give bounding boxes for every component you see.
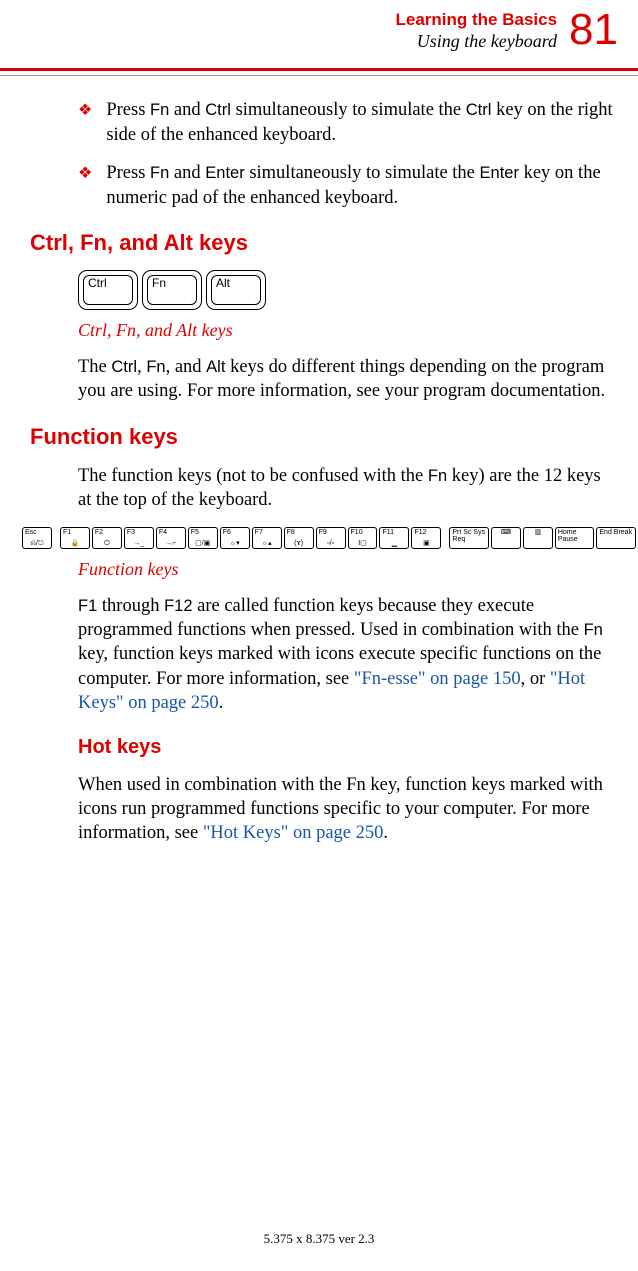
key-name: F12: [164, 597, 192, 615]
text: simultaneously to simulate the: [245, 163, 480, 183]
text: through: [97, 596, 164, 616]
bullet-text: Press Fn and Enter simultaneously to sim…: [106, 161, 618, 210]
text: The: [78, 357, 111, 377]
fkey-label: F5: [191, 529, 215, 536]
fkey-label: F12: [414, 529, 438, 536]
fkey-label: End Break: [599, 529, 633, 536]
fkey-f2: F2⏻: [92, 527, 122, 549]
cross-reference-link[interactable]: "Hot Keys" on page 250: [203, 823, 384, 843]
text: and: [169, 163, 205, 183]
fkey-label: F8: [287, 529, 311, 536]
text: ,: [137, 357, 146, 377]
key-name: Ctrl: [111, 358, 137, 376]
figure-caption: Ctrl, Fn, and Alt keys: [78, 320, 618, 341]
fkey-f3: F3→_: [124, 527, 154, 549]
fkey-label: F6: [223, 529, 247, 536]
fkey-f9: F9▫/▫: [316, 527, 346, 549]
function-key-row-diagram: Esc⎌/⎋ F1🔒 F2⏻ F3→_ F4→⌐ F5▢/▣ F6☼▾ F7☼▴…: [22, 527, 636, 549]
fkey-icon: ⌨: [491, 527, 521, 549]
fkey-f1: F1🔒: [60, 527, 90, 549]
header-text-block: Learning the Basics Using the keyboard: [395, 8, 557, 52]
page-content: ❖ Press Fn and Ctrl simultaneously to si…: [0, 98, 638, 846]
body-paragraph: The Ctrl, Fn, and Alt keys do different …: [78, 355, 618, 404]
page-number: 81: [569, 8, 618, 52]
key-name: Enter: [480, 164, 519, 182]
fkey-label: F2: [95, 529, 119, 536]
bullet-item: ❖ Press Fn and Enter simultaneously to s…: [78, 161, 618, 210]
keycap-diagram: Ctrl Fn Alt: [78, 270, 618, 310]
text: .: [383, 823, 388, 843]
thin-rule: [0, 75, 638, 76]
fkey-f6: F6☼▾: [220, 527, 250, 549]
fkey-label: F3: [127, 529, 151, 536]
fkey-f12: F12▣: [411, 527, 441, 549]
subsection-heading: Hot keys: [78, 736, 618, 759]
key-name: Enter: [205, 164, 244, 182]
text: simultaneously to simulate the: [231, 100, 466, 120]
section-heading: Function keys: [30, 424, 618, 450]
key-name: Ctrl: [205, 101, 231, 119]
chapter-title: Learning the Basics: [395, 10, 557, 30]
text: and: [169, 100, 205, 120]
keycap-label: Ctrl: [85, 275, 107, 290]
bullet-text: Press Fn and Ctrl simultaneously to simu…: [106, 98, 618, 147]
text: , or: [521, 669, 550, 689]
fkey-label: Esc: [25, 529, 49, 536]
fkey-label: F9: [319, 529, 343, 536]
fkey-label: Home Pause: [558, 529, 592, 543]
keycap-fn: Fn: [142, 270, 202, 310]
fkey-esc: Esc⎌/⎋: [22, 527, 52, 549]
fkey-f11: F11▁: [379, 527, 409, 549]
keycap-label: Alt: [213, 275, 230, 290]
key-name: Alt: [206, 358, 225, 376]
fkey-icon: ▥: [523, 527, 553, 549]
keycap-alt: Alt: [206, 270, 266, 310]
section-subtitle: Using the keyboard: [395, 31, 557, 52]
fkey-label: F10: [351, 529, 375, 536]
fkey-label: F4: [159, 529, 183, 536]
key-name: Fn: [150, 164, 169, 182]
figure-caption: Function keys: [78, 559, 618, 580]
key-name: F1: [78, 597, 97, 615]
accent-bar: [0, 68, 638, 71]
fkey-home-pause: Home Pause: [555, 527, 595, 549]
text: , and: [166, 357, 207, 377]
fkey-f5: F5▢/▣: [188, 527, 218, 549]
keycap-ctrl: Ctrl: [78, 270, 138, 310]
diamond-bullet-icon: ❖: [78, 163, 92, 184]
cross-reference-link[interactable]: "Fn-esse" on page 150: [354, 669, 521, 689]
fkey-prtsc: Prt Sc Sys Req: [449, 527, 489, 549]
body-paragraph: F1 through F12 are called function keys …: [78, 594, 618, 716]
page-header: Learning the Basics Using the keyboard 8…: [0, 0, 638, 52]
section-heading: Ctrl, Fn, and Alt keys: [30, 230, 618, 256]
fkey-label: F7: [255, 529, 279, 536]
body-paragraph: When used in combination with the Fn key…: [78, 773, 618, 846]
body-paragraph: The function keys (not to be confused wi…: [78, 464, 618, 513]
bullet-item: ❖ Press Fn and Ctrl simultaneously to si…: [78, 98, 618, 147]
fkey-end-break: End Break: [596, 527, 636, 549]
key-name: Fn: [584, 621, 603, 639]
key-name: Ctrl: [466, 101, 492, 119]
text: .: [219, 693, 224, 713]
text: Press: [106, 163, 150, 183]
fkey-label: F1: [63, 529, 87, 536]
fkey-f8: F8(ɤ): [284, 527, 314, 549]
fkey-f4: F4→⌐: [156, 527, 186, 549]
fkey-f7: F7☼▴: [252, 527, 282, 549]
diamond-bullet-icon: ❖: [78, 100, 92, 121]
page-footer: 5.375 x 8.375 ver 2.3: [0, 1231, 638, 1247]
fkey-label: F11: [382, 529, 406, 536]
key-name: Fn: [428, 467, 447, 485]
key-name: Fn: [146, 358, 165, 376]
text: Press: [106, 100, 150, 120]
fkey-label: Prt Sc Sys Req: [452, 529, 486, 543]
key-name: Fn: [150, 101, 169, 119]
text: The function keys (not to be confused wi…: [78, 466, 428, 486]
keycap-label: Fn: [149, 275, 166, 290]
fkey-f10: F10I▢: [348, 527, 378, 549]
